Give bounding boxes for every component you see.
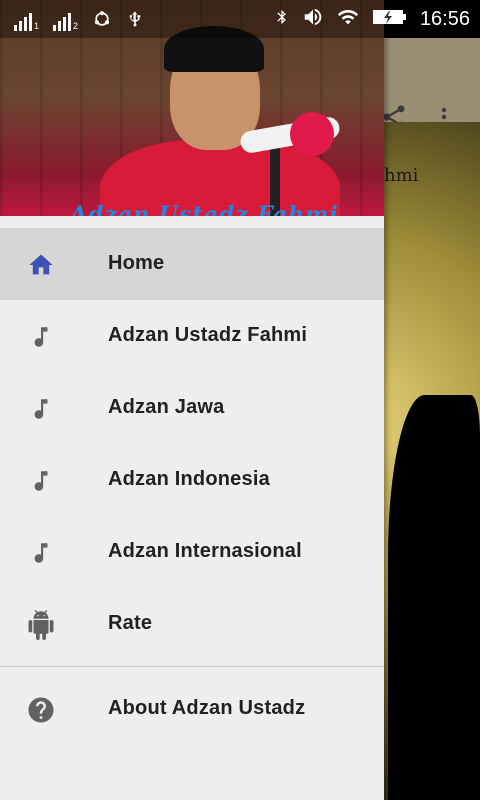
battery-charging-icon xyxy=(372,7,408,32)
background-partial-text: hmi xyxy=(384,165,419,186)
menu-item-adzan-internasional[interactable]: Adzan Internasional xyxy=(0,516,384,588)
home-icon xyxy=(26,250,56,280)
menu-item-rate[interactable]: Rate xyxy=(0,588,384,660)
sim1-label: 1 xyxy=(34,20,40,31)
music-note-icon xyxy=(26,466,56,496)
menu-item-label: Adzan Internasional xyxy=(108,540,302,562)
menu-item-label: Rate xyxy=(108,612,153,634)
menu-item-adzan-jawa[interactable]: Adzan Jawa xyxy=(0,372,384,444)
sim2-label: 2 xyxy=(73,20,79,31)
status-time: 16:56 xyxy=(419,8,470,30)
music-note-icon xyxy=(26,394,56,424)
bluetooth-icon xyxy=(274,6,290,33)
menu-item-about[interactable]: About Adzan Ustadz xyxy=(0,673,384,745)
menu-item-label: Home xyxy=(108,252,165,274)
menu-item-adzan-ustadz-fahmi[interactable]: Adzan Ustadz Fahmi xyxy=(0,300,384,372)
usb-icon xyxy=(126,8,144,35)
volume-icon xyxy=(302,6,324,33)
menu-item-label: Adzan Jawa xyxy=(108,396,225,418)
menu-item-adzan-indonesia[interactable]: Adzan Indonesia xyxy=(0,444,384,516)
help-icon xyxy=(26,695,56,725)
android-icon xyxy=(26,610,56,640)
menu-divider xyxy=(0,666,384,667)
drawer-header-title: Adzan Ustadz Fahmi xyxy=(70,202,339,216)
status-bar: 1 2 16:56 xyxy=(0,0,480,38)
navigation-drawer: Adzan Ustadz Fahmi Home Adzan Ustadz Fah… xyxy=(0,0,384,800)
menu-item-home[interactable]: Home xyxy=(0,228,384,300)
signal-sim2-icon: 2 xyxy=(53,12,79,31)
music-note-icon xyxy=(26,322,56,352)
background-silhouette xyxy=(388,395,480,800)
header-photo xyxy=(100,20,342,216)
menu-item-label: About Adzan Ustadz xyxy=(108,697,306,719)
signal-sim1-icon: 1 xyxy=(14,12,40,31)
wifi-icon xyxy=(336,6,360,33)
music-note-icon xyxy=(26,538,56,568)
menu-item-label: Adzan Ustadz Fahmi xyxy=(108,324,308,346)
menu-item-label: Adzan Indonesia xyxy=(108,468,270,490)
drawer-menu: Home Adzan Ustadz Fahmi Adzan Jawa Adzan… xyxy=(0,228,384,745)
sync-icon xyxy=(92,9,112,34)
